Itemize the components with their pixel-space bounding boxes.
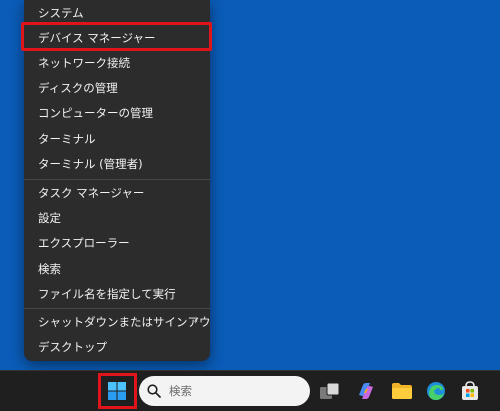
menu-item-run[interactable]: ファイル名を指定して実行 — [24, 282, 210, 306]
search-placeholder: 検索 — [169, 384, 192, 398]
menu-item-desktop[interactable]: デスクトップ — [24, 335, 210, 359]
menu-item-network-connections[interactable]: ネットワーク接続 — [24, 51, 210, 75]
task-view-button[interactable] — [318, 379, 342, 403]
copilot-button[interactable] — [354, 379, 378, 403]
edge-icon — [427, 382, 445, 400]
taskbar-search-box[interactable]: 検索 — [139, 376, 310, 406]
menu-item-computer-management[interactable]: コンピューターの管理 — [24, 101, 210, 125]
menu-separator — [24, 179, 210, 180]
menu-item-file-explorer[interactable]: エクスプローラー — [24, 231, 210, 255]
task-view-icon — [320, 382, 340, 399]
highlight-box-device-manager — [21, 22, 212, 51]
menu-separator — [24, 308, 210, 309]
menu-item-settings[interactable]: 設定 — [24, 206, 210, 230]
edge-button[interactable] — [424, 379, 448, 403]
menu-item-label: シャットダウンまたはサインアウト — [38, 315, 210, 329]
search-icon — [147, 384, 161, 398]
taskbar: 検索 — [0, 370, 500, 411]
highlight-box-start-button — [98, 373, 137, 409]
menu-item-terminal-admin[interactable]: ターミナル (管理者) — [24, 152, 210, 176]
menu-item-search[interactable]: 検索 — [24, 257, 210, 281]
winx-context-menu: システム デバイス マネージャー ネットワーク接続 ディスクの管理 コンピュータ… — [24, 0, 210, 361]
file-explorer-icon — [392, 383, 412, 399]
menu-item-task-manager[interactable]: タスク マネージャー — [24, 181, 210, 205]
menu-item-shutdown-signout[interactable]: シャットダウンまたはサインアウト › — [24, 310, 210, 334]
file-explorer-button[interactable] — [390, 379, 414, 403]
menu-item-disk-management[interactable]: ディスクの管理 — [24, 76, 210, 100]
copilot-icon — [359, 383, 373, 399]
store-button[interactable] — [458, 379, 482, 403]
chevron-right-icon: › — [194, 316, 198, 327]
store-icon — [462, 381, 478, 400]
menu-item-terminal[interactable]: ターミナル — [24, 127, 210, 151]
